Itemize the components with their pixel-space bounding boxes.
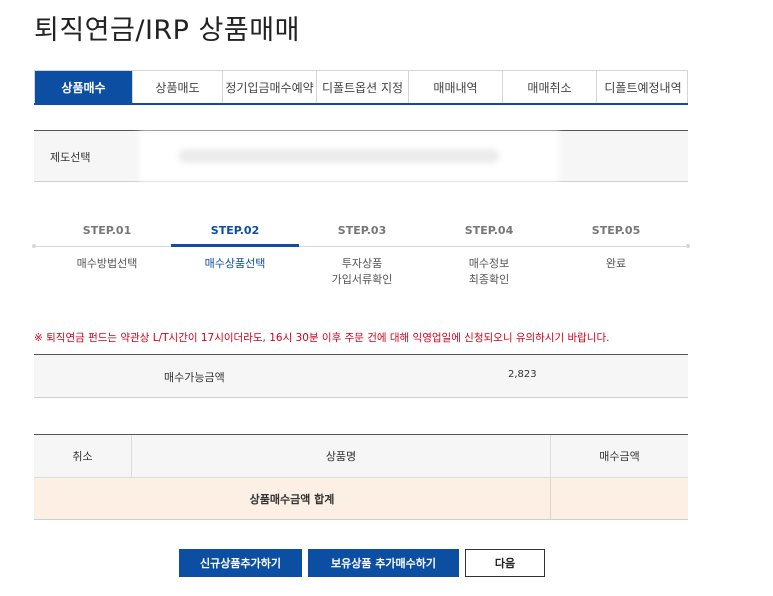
step-03: STEP.03 투자상품 가입서류확인	[298, 222, 426, 288]
step-label: 매수상품선택	[204, 257, 266, 270]
action-buttons: 신규상품추가하기 보유상품 추가매수하기 다음	[0, 549, 773, 579]
tab-regular-deposit-reservation[interactable]: 정기입금매수예약	[223, 71, 317, 104]
tab-default-schedule[interactable]: 디폴트예정내역	[597, 71, 689, 104]
add-new-product-button[interactable]: 신규상품추가하기	[179, 549, 302, 577]
header-product-name: 상품명	[132, 435, 551, 477]
step-number: STEP.01	[82, 224, 132, 237]
notice-text: ※ 퇴직연금 펀드는 약관상 L/T시간이 17시이더라도, 16시 30분 이…	[34, 332, 610, 344]
tab-sell[interactable]: 상품매도	[133, 71, 223, 104]
scheme-select-row: 제도선택	[34, 130, 688, 182]
table-header-row: 취소 상품명 매수금액	[34, 435, 688, 478]
scheme-select-blurred[interactable]	[139, 131, 559, 181]
available-amount-label: 매수가능금액	[164, 371, 225, 384]
sum-label: 상품매수금액 합계	[34, 478, 551, 519]
step-05: STEP.05 완료	[552, 222, 680, 272]
header-buy-amount: 매수금액	[599, 450, 640, 463]
step-number: STEP.05	[591, 224, 641, 237]
order-table: 취소 상품명 매수금액 상품매수금액 합계	[34, 434, 688, 520]
step-label: 매수정보 최종확인	[468, 257, 510, 286]
step-indicator: STEP.01 매수방법선택 STEP.02 매수상품선택 STEP.03 투자…	[32, 222, 690, 302]
step-label: 매수방법선택	[76, 257, 138, 270]
step-track-start-dot	[32, 244, 36, 248]
available-amount-value: 2,823	[508, 369, 537, 380]
sum-value	[551, 478, 688, 519]
step-label: 완료	[605, 257, 627, 270]
step-04: STEP.04 매수정보 최종확인	[425, 222, 553, 288]
step-label: 투자상품 가입서류확인	[331, 257, 393, 286]
step-number: STEP.03	[337, 224, 387, 237]
tab-underline	[34, 103, 688, 105]
table-sum-row: 상품매수금액 합계	[34, 478, 688, 520]
tab-trade-cancel[interactable]: 매매취소	[503, 71, 597, 104]
tab-default-option[interactable]: 디폴트옵션 지정	[317, 71, 409, 104]
step-number: STEP.02	[210, 224, 260, 237]
step-number: STEP.04	[464, 224, 514, 237]
tab-bar: 상품매수 상품매도 정기입금매수예약 디폴트옵션 지정 매매내역 매매취소 디폴…	[34, 70, 688, 104]
step-active-bar	[171, 244, 299, 247]
header-cancel: 취소	[34, 435, 132, 477]
scheme-label: 제도선택	[50, 151, 91, 164]
step-02: STEP.02 매수상품선택	[171, 222, 299, 272]
page-title: 퇴직연금/IRP 상품매매	[34, 15, 300, 46]
step-track-end-dot	[686, 244, 690, 248]
next-button[interactable]: 다음	[465, 549, 545, 577]
tab-buy[interactable]: 상품매수	[35, 71, 133, 104]
step-01: STEP.01 매수방법선택	[43, 222, 171, 272]
available-amount-row: 매수가능금액 2,823	[34, 354, 688, 398]
tab-trade-history[interactable]: 매매내역	[409, 71, 503, 104]
add-held-product-button[interactable]: 보유상품 추가매수하기	[308, 549, 459, 577]
